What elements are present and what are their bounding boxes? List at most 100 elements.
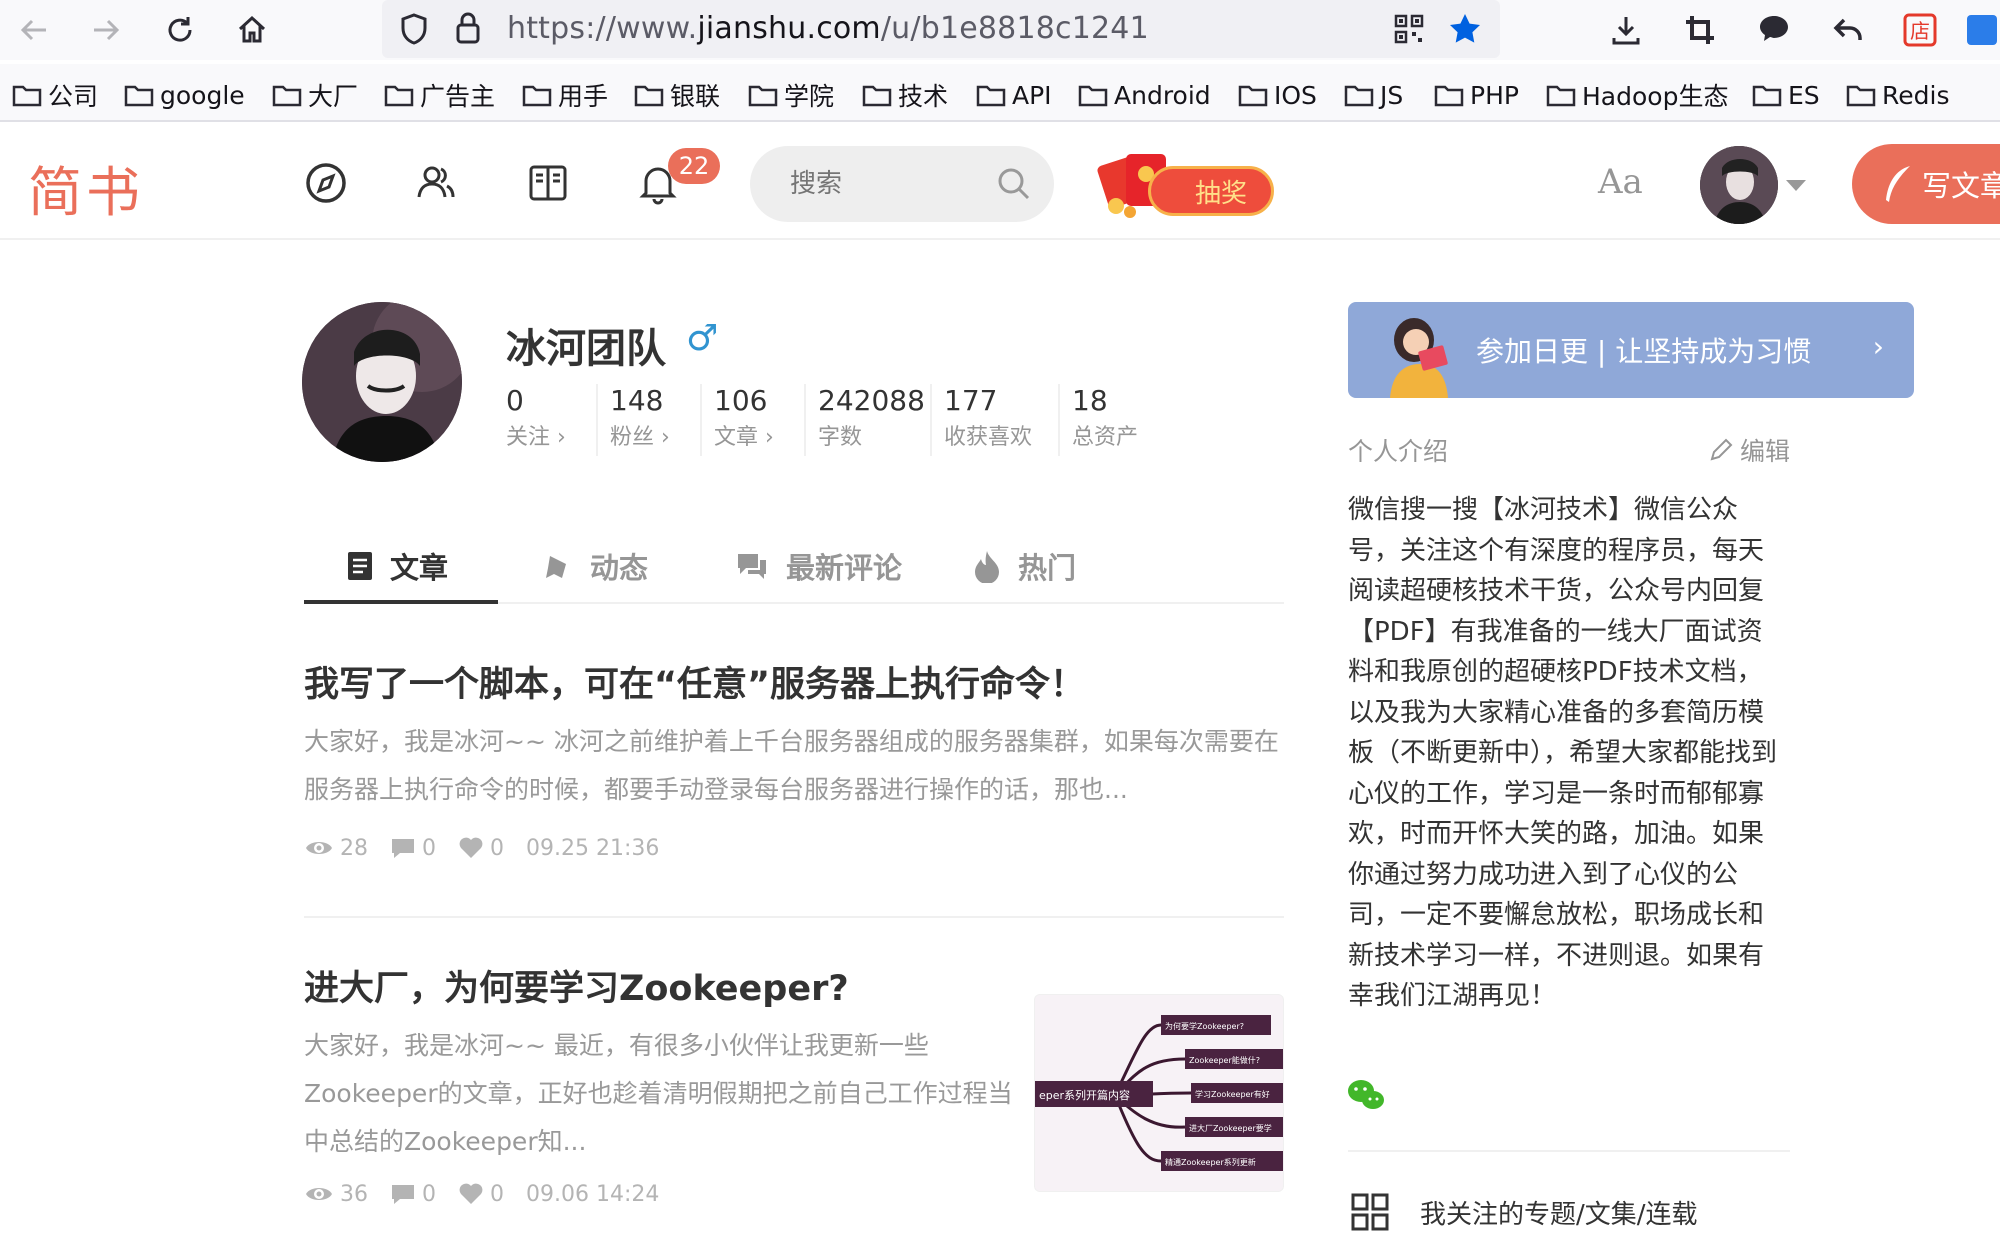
screenshot-button[interactable]: [1678, 8, 1722, 52]
qr-code-icon: [1394, 14, 1424, 44]
comments-count[interactable]: 0: [390, 1182, 436, 1207]
mindmap-node: Zookeeper能做什?: [1189, 1055, 1260, 1065]
shop-extension-button[interactable]: 店: [1898, 8, 1942, 52]
bookmark-folder[interactable]: API: [976, 78, 1052, 112]
bookmark-folder[interactable]: google: [124, 78, 245, 112]
likes-count[interactable]: 0: [458, 836, 504, 861]
edit-intro-button[interactable]: 编辑: [1708, 432, 1790, 468]
bookmark-folder[interactable]: ES: [1752, 78, 1820, 112]
stat-value: 177: [944, 384, 998, 417]
comments-count[interactable]: 0: [390, 836, 436, 861]
bookmark-folder[interactable]: 技术: [862, 78, 948, 112]
wechat-link[interactable]: [1346, 1078, 1386, 1114]
follow-button[interactable]: [410, 157, 462, 209]
bookmark-folder[interactable]: 广告主: [384, 78, 495, 112]
stat-value: 106: [714, 384, 768, 417]
shield-icon: [401, 13, 427, 45]
views-value: 36: [340, 1181, 368, 1207]
stat-value: 242088: [818, 384, 925, 417]
extension-button[interactable]: [1960, 8, 2000, 52]
stat-label: 关注 ›: [506, 425, 566, 450]
folder-icon: [1238, 85, 1268, 107]
tab-label: 热门: [1018, 551, 1077, 585]
bookmark-folder[interactable]: 大厂: [272, 78, 358, 112]
lottery-button[interactable]: 抽奖: [1096, 148, 1282, 220]
downloads-button[interactable]: [1604, 8, 1648, 52]
folder-icon: [12, 85, 42, 107]
folder-icon: [862, 85, 892, 107]
stat-articles[interactable]: 106 文章 ›: [700, 384, 774, 456]
followed-topics-link[interactable]: 我关注的专题/文集/连载: [1350, 1192, 1698, 1232]
extension-icon: [1967, 15, 1997, 45]
url-text[interactable]: https://www.jianshu.com/u/b1e8818c1241: [507, 11, 1149, 46]
stat-value: 18: [1072, 384, 1108, 417]
chevron-right-icon: ›: [1872, 330, 1884, 363]
tab-latest-comments[interactable]: 最新评论: [734, 530, 902, 602]
tab-trending[interactable]: 热门: [972, 530, 1076, 602]
compass-icon: [306, 163, 346, 203]
publish-time: 09.06 14:24: [526, 1181, 660, 1207]
profile-avatar-image: [302, 302, 462, 462]
fire-icon: [975, 551, 999, 583]
comments-value: 0: [422, 1181, 436, 1207]
article-title[interactable]: 我写了一个脚本，可在“任意”服务器上执行命令！: [304, 660, 1284, 710]
stat-followers[interactable]: 148 粉丝 ›: [596, 384, 670, 456]
comment-icon: [392, 1185, 414, 1204]
crop-icon: [1686, 16, 1714, 44]
profile-tabs: 文章 动态 最新评论 热门: [304, 520, 1284, 604]
bookmark-folder[interactable]: JS: [1344, 78, 1403, 112]
intro-title: 个人介绍: [1348, 437, 1449, 466]
likes-count[interactable]: 0: [458, 1182, 504, 1207]
mindmap-node: 进大厂Zookeeper要学: [1189, 1123, 1272, 1133]
search-icon[interactable]: [994, 164, 1034, 204]
daily-update-banner[interactable]: 参加日更 | 让坚持成为习惯 ›: [1348, 302, 1914, 398]
tab-articles[interactable]: 文章: [346, 530, 448, 602]
tab-activity[interactable]: 动态: [542, 530, 648, 602]
bookmark-folder[interactable]: 银联: [634, 78, 720, 112]
profile-avatar[interactable]: [302, 302, 462, 462]
download-icon: [1612, 17, 1640, 45]
tab-label: 最新评论: [786, 551, 903, 585]
bookmark-folder[interactable]: 学院: [748, 78, 834, 112]
undo-button[interactable]: [1826, 8, 1870, 52]
topics-button[interactable]: [522, 157, 574, 209]
user-menu-caret-icon[interactable]: [1786, 180, 1806, 191]
views-count[interactable]: 36: [304, 1182, 368, 1207]
site-logo[interactable]: 简书: [28, 148, 144, 227]
bookmark-folder[interactable]: PHP: [1434, 78, 1519, 112]
profile-name[interactable]: 冰河团队: [506, 316, 666, 374]
home-button[interactable]: [230, 8, 274, 52]
article-item: 我写了一个脚本，可在“任意”服务器上执行命令！ 大家好，我是冰河~~ 冰河之前维…: [304, 660, 1284, 868]
book-icon: [529, 165, 567, 201]
font-size-toggle[interactable]: Aa: [1598, 162, 1643, 202]
article-abstract: 大家好，我是冰河~~ 最近，有很多小伙伴让我更新一些Zookeeper的文章，正…: [304, 1031, 1013, 1156]
chat-extension-button[interactable]: [1752, 6, 1796, 50]
stat-following[interactable]: 0 关注 ›: [506, 384, 566, 456]
folder-icon: [1078, 85, 1108, 107]
edit-label: 编辑: [1739, 437, 1790, 466]
bookmark-folder[interactable]: Redis: [1846, 78, 1949, 112]
back-button[interactable]: [12, 8, 56, 52]
user-avatar[interactable]: [1700, 146, 1778, 224]
discover-button[interactable]: [300, 157, 352, 209]
article-thumbnail[interactable]: eper系列开篇内容 为何要学Zookeeper? Zookeeper能做什? …: [1034, 994, 1284, 1192]
undo-arrow-icon: [1833, 18, 1862, 40]
article-divider: [304, 916, 1284, 918]
feather-pen-icon: [1886, 166, 1910, 202]
write-article-button[interactable]: 写文章: [1852, 144, 2000, 224]
site-header: 简书 22 抽奖 Aa 写文章: [0, 124, 2000, 240]
notification-badge: 22: [668, 148, 720, 184]
bookmark-folder[interactable]: IOS: [1238, 78, 1317, 112]
folder-icon: [1546, 85, 1576, 107]
bookmark-folder[interactable]: Hadoop生态: [1546, 78, 1728, 112]
search-input[interactable]: [790, 164, 980, 204]
lottery-label: 抽奖: [1148, 166, 1274, 216]
bookmark-folder[interactable]: 用手: [522, 78, 608, 112]
address-bar[interactable]: https://www.jianshu.com/u/b1e8818c1241: [382, 0, 1500, 58]
bookmark-folder[interactable]: Android: [1078, 78, 1211, 112]
bookmark-folder[interactable]: 公司: [12, 78, 98, 112]
reload-button[interactable]: [158, 8, 202, 52]
forward-button[interactable]: [84, 8, 128, 52]
search-box: [750, 146, 1054, 222]
views-count[interactable]: 28: [304, 836, 368, 861]
